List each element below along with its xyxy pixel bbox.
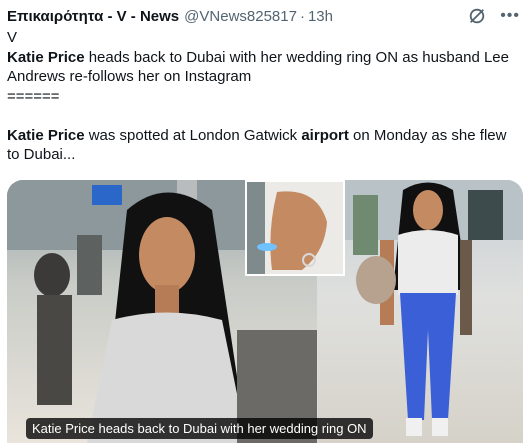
tweet-header: Επικαιρότητα - V - News @VNews825817 · 1…: [7, 4, 520, 28]
text-divider: ======: [7, 87, 60, 105]
timestamp[interactable]: 13h: [308, 8, 333, 25]
grok-slash-icon[interactable]: [468, 7, 486, 25]
text-line-v: V: [7, 29, 18, 46]
photo-inset-ring: [245, 180, 345, 276]
photo-right: [318, 180, 523, 443]
header-actions: •••: [468, 4, 520, 28]
media-image[interactable]: Katie Price heads back to Dubai with her…: [7, 180, 523, 443]
bold-name: Katie Price: [7, 48, 85, 66]
bold-airport: airport: [301, 126, 349, 144]
photo-right-art: [318, 180, 523, 436]
media-caption: Katie Price heads back to Dubai with her…: [26, 418, 373, 439]
text-headline: Katie Price heads back to Dubai with her…: [7, 48, 509, 86]
tweet-text: V Katie Price heads back to Dubai with h…: [7, 28, 519, 165]
separator-dot: ·: [299, 7, 305, 25]
photo-inset-art: [247, 182, 327, 274]
author-handle[interactable]: @VNews825817: [184, 8, 297, 25]
more-dots-icon[interactable]: •••: [500, 8, 520, 24]
text-paragraph: Katie Price was spotted at London Gatwic…: [7, 126, 507, 164]
bold-name-2: Katie Price: [7, 126, 85, 144]
author-name[interactable]: Επικαιρότητα - V - News: [7, 8, 179, 25]
